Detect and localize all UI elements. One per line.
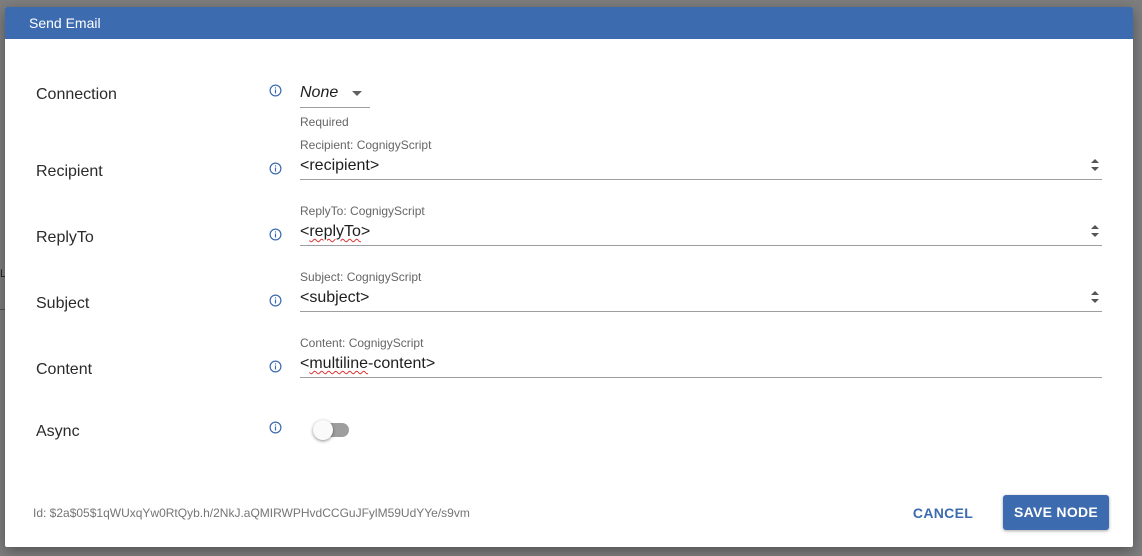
info-icon[interactable] xyxy=(269,228,282,241)
chevron-down-icon xyxy=(352,91,362,96)
cancel-button[interactable]: CANCEL xyxy=(903,497,983,529)
subject-input[interactable]: <subject> xyxy=(300,287,1102,312)
replyto-input[interactable]: <replyTo> xyxy=(300,221,1102,246)
stepper-icon[interactable] xyxy=(1090,157,1100,173)
connection-select[interactable]: None xyxy=(300,83,370,108)
info-icon[interactable] xyxy=(269,84,282,97)
async-label: Async xyxy=(36,423,80,440)
info-icon[interactable] xyxy=(269,294,282,307)
content-value-suffix: -content> xyxy=(368,355,436,372)
replyto-caption: ReplyTo: CognigyScript xyxy=(300,204,425,218)
connection-select-value: None xyxy=(300,84,339,101)
content-input[interactable]: <multiline-content> xyxy=(300,353,1102,378)
node-id-text: Id: $2a$05$1qWUxqYw0RtQyb.h/2NkJ.aQMIRWP… xyxy=(33,506,470,520)
replyto-label: ReplyTo xyxy=(36,229,94,246)
info-icon[interactable] xyxy=(269,421,282,434)
content-value: <multiline-content> xyxy=(300,355,435,373)
content-caption: Content: CognigyScript xyxy=(300,336,424,350)
async-toggle[interactable] xyxy=(313,420,349,440)
info-icon[interactable] xyxy=(269,360,282,373)
async-toggle-thumb xyxy=(313,420,333,440)
connection-label: Connection xyxy=(36,86,117,103)
replyto-value: <replyTo> xyxy=(300,223,370,241)
content-value-prefix: < xyxy=(300,355,310,372)
replyto-value-suffix: > xyxy=(360,223,371,240)
subject-value: <subject> xyxy=(300,289,370,306)
save-node-button[interactable]: SAVE NODE xyxy=(1003,495,1109,530)
recipient-value: <recipient> xyxy=(300,157,380,174)
content-value-spellcheck: multiline xyxy=(309,355,369,372)
connection-helper-text: Required xyxy=(300,115,349,129)
subject-label: Subject xyxy=(36,295,90,312)
send-email-dialog: Send Email Connection None Required Reci… xyxy=(5,7,1133,547)
replyto-value-prefix: < xyxy=(300,223,310,240)
stepper-icon[interactable] xyxy=(1090,223,1100,239)
replyto-value-spellcheck: replyTo xyxy=(309,223,361,240)
content-label: Content xyxy=(36,361,93,378)
recipient-caption: Recipient: CognigyScript xyxy=(300,138,432,152)
dialog-title: Send Email xyxy=(29,15,101,31)
stepper-icon[interactable] xyxy=(1090,289,1100,305)
recipient-label: Recipient xyxy=(36,163,103,180)
recipient-input[interactable]: <recipient> xyxy=(300,155,1102,180)
info-icon[interactable] xyxy=(269,162,282,175)
subject-caption: Subject: CognigyScript xyxy=(300,270,422,284)
dialog-header: Send Email xyxy=(5,7,1133,39)
